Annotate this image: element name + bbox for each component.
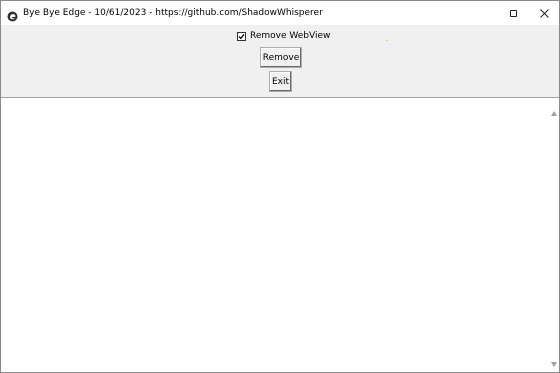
remove-button[interactable]: Remove [260, 47, 302, 68]
title-bar[interactable]: Bye Bye Edge - 10/61/2023 - https://gith… [1, 1, 559, 25]
app-window: Bye Bye Edge - 10/61/2023 - https://gith… [0, 0, 560, 373]
close-icon [539, 8, 549, 18]
remove-webview-checkbox[interactable] [237, 31, 246, 41]
output-text-area[interactable] [1, 97, 559, 372]
checkmark-icon [238, 33, 245, 39]
remove-webview-label: Remove WebView [250, 31, 331, 41]
maximize-icon [509, 9, 517, 17]
maximize-button[interactable] [498, 1, 528, 25]
edge-icon [7, 7, 18, 22]
window-title: Bye Bye Edge - 10/61/2023 - https://gith… [23, 8, 323, 18]
scroll-down-arrow-icon[interactable] [551, 352, 557, 371]
remove-webview-option[interactable]: Remove WebView [237, 29, 330, 43]
decorative-mark [386, 40, 388, 41]
vertical-scrollbar[interactable] [549, 98, 559, 372]
controls-panel: Remove WebView Remove Exit [1, 25, 559, 97]
exit-button[interactable]: Exit [269, 71, 292, 92]
scroll-up-arrow-icon[interactable] [551, 101, 557, 120]
close-button[interactable] [529, 1, 559, 25]
